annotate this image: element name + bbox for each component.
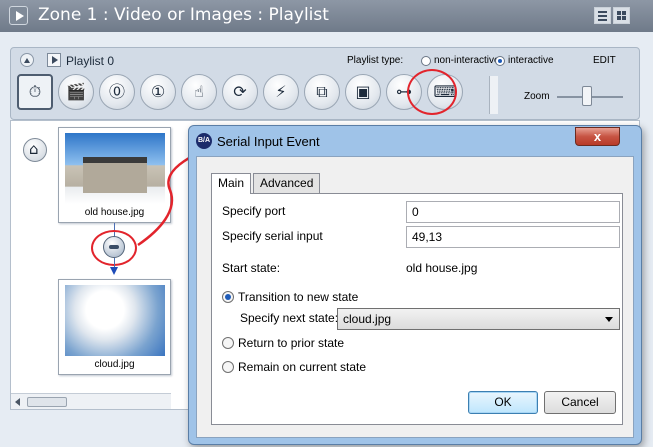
serial-input-label: Specify serial input: [222, 229, 323, 243]
next-state-label: Specify next state:: [240, 311, 339, 325]
app-logo-icon: B/A: [196, 133, 212, 149]
start-state-value: old house.jpg: [406, 261, 478, 275]
start-state-label: Start state:: [222, 261, 281, 275]
next-state-value: cloud.jpg: [343, 312, 392, 326]
return-radio[interactable]: [222, 337, 234, 349]
close-button[interactable]: x: [575, 127, 620, 146]
dialog-title: Serial Input Event: [217, 134, 320, 149]
serial-input-field[interactable]: 49,13: [406, 226, 620, 248]
ok-button[interactable]: OK: [468, 391, 538, 414]
tab-advanced[interactable]: Advanced: [253, 173, 321, 193]
remain-radio[interactable]: [222, 361, 234, 373]
return-label: Return to prior state: [238, 336, 345, 350]
tab-main[interactable]: Main: [211, 173, 252, 194]
remain-label: Remain on current state: [238, 360, 367, 374]
transition-label: Transition to new state: [238, 290, 359, 304]
next-state-select[interactable]: cloud.jpg: [337, 308, 620, 330]
cancel-button[interactable]: Cancel: [544, 391, 616, 414]
serial-input-dialog: B/A Serial Input Event x Main Advanced S…: [188, 125, 642, 445]
main-tab-panel: Specify port 0 Specify serial input 49,1…: [211, 193, 623, 425]
port-label: Specify port: [222, 204, 286, 218]
transition-radio[interactable]: [222, 291, 234, 303]
dialog-body: Main Advanced Specify port 0 Specify ser…: [196, 156, 634, 438]
chevron-down-icon: [605, 317, 613, 322]
port-input[interactable]: 0: [406, 201, 620, 223]
